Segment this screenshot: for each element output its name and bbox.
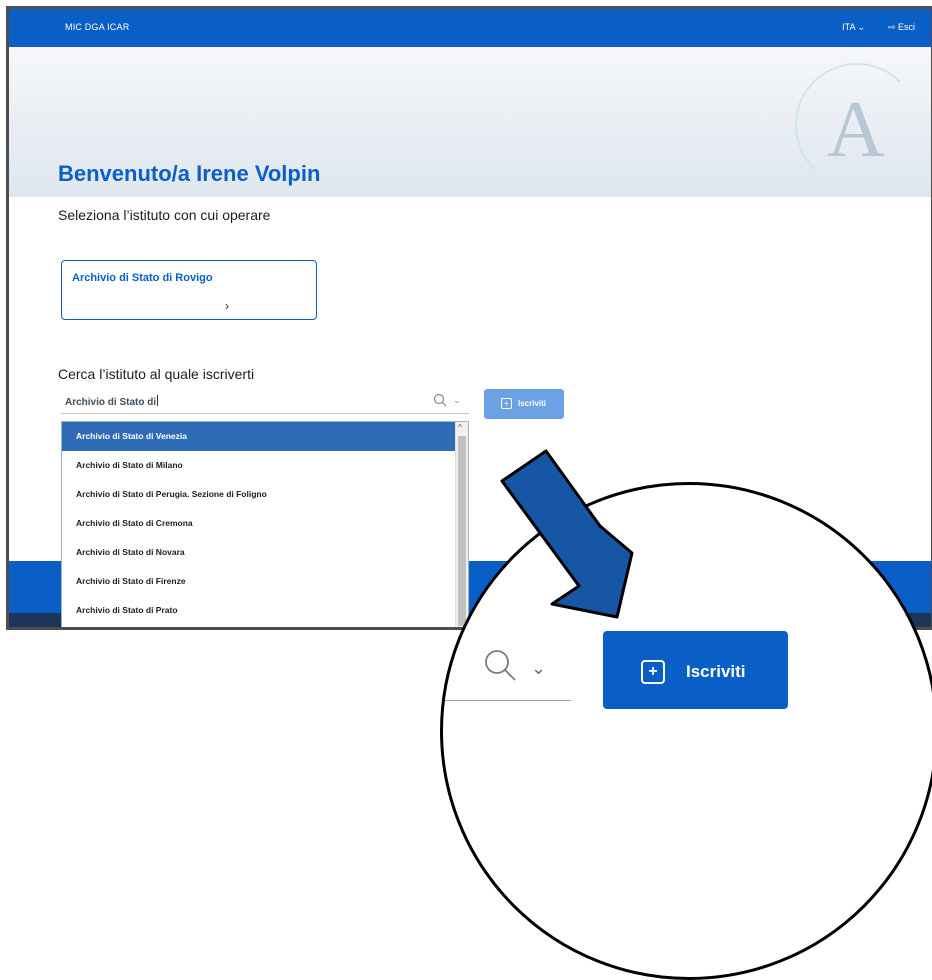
chevron-right-icon: › bbox=[225, 299, 229, 313]
dropdown-option[interactable]: Archivio di Stato di Firenze bbox=[62, 567, 468, 596]
logo-letter: A bbox=[827, 86, 885, 174]
plus-icon: + bbox=[641, 660, 665, 684]
chevron-down-icon: ⌄ bbox=[531, 658, 547, 678]
select-institute-label: Seleziona l’istituto con cui operare bbox=[58, 207, 271, 223]
search-input-value: Archivio di Stato di bbox=[65, 397, 157, 408]
brand-links[interactable]: MIC DGA ICAR bbox=[65, 22, 129, 32]
search-icon bbox=[485, 650, 516, 681]
search-institute-label: Cerca l’istituto al quale iscriverti bbox=[58, 366, 255, 382]
scrollbar-thumb[interactable] bbox=[458, 436, 466, 626]
top-bar: MIC DGA ICAR ITA ⌄ ⇨ Esci bbox=[9, 9, 931, 47]
logo-icon: A bbox=[795, 63, 919, 187]
subscribe-button[interactable]: + Iscriviti bbox=[484, 389, 564, 419]
dropdown-option[interactable]: Archivio di Stato di Milano bbox=[62, 451, 468, 480]
subscribe-button-label: Iscriviti bbox=[518, 399, 547, 408]
search-results-dropdown[interactable]: Archivio di Stato di Venezia Archivio di… bbox=[61, 421, 469, 627]
institute-card[interactable]: Archivio di Stato di Rovigo › bbox=[61, 260, 317, 320]
scroll-up-icon[interactable]: ^ bbox=[458, 423, 462, 432]
dropdown-option[interactable]: Archivio di Stato di Novara bbox=[62, 538, 468, 567]
search-input[interactable]: Archivio di Stato di ⌄ bbox=[61, 391, 469, 414]
dropdown-option[interactable]: Archivio di Stato di Prato bbox=[62, 596, 468, 625]
institute-card-name: Archivio di Stato di Rovigo bbox=[72, 272, 213, 284]
text-caret bbox=[157, 395, 159, 406]
dropdown-scrollbar[interactable]: ^ bbox=[455, 422, 468, 627]
zoom-search-underline bbox=[443, 700, 571, 701]
language-selector[interactable]: ITA ⌄ bbox=[842, 22, 865, 33]
page-title: Benvenuto/a Irene Volpin bbox=[58, 161, 321, 186]
dropdown-option[interactable]: Archivio di Stato di Perugia. Sezione di… bbox=[62, 480, 468, 509]
search-icon[interactable] bbox=[433, 393, 447, 407]
chevron-down-icon[interactable]: ⌄ bbox=[453, 395, 461, 406]
plus-icon: + bbox=[501, 398, 512, 409]
zoom-subscribe-button: + Iscriviti bbox=[603, 631, 788, 709]
dropdown-option[interactable]: Archivio di Stato di Venezia bbox=[62, 422, 468, 451]
dropdown-option[interactable]: Archivio di Stato di Cremona bbox=[62, 509, 468, 538]
logout-link[interactable]: ⇨ Esci bbox=[888, 22, 915, 33]
zoom-subscribe-button-label: Iscriviti bbox=[686, 662, 746, 681]
zoom-callout: ⌄ + Iscriviti bbox=[440, 482, 932, 980]
